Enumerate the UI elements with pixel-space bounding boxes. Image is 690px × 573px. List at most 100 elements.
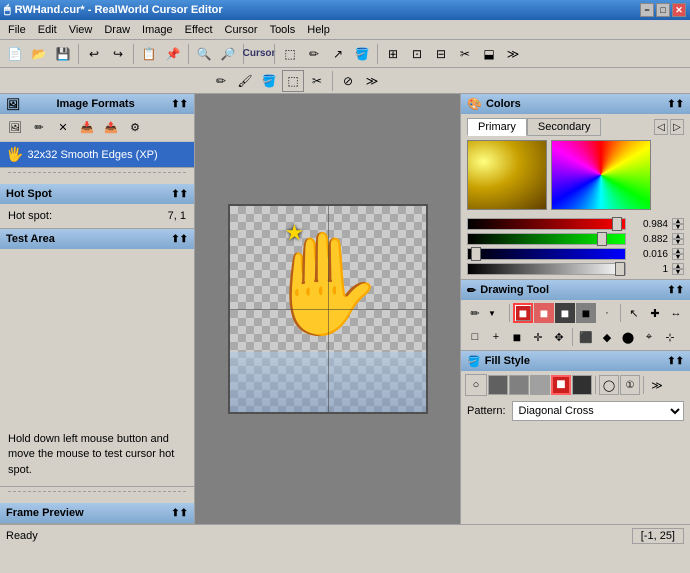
slider-b-down[interactable]: ▼ (672, 254, 684, 260)
menu-cursor[interactable]: Cursor (219, 22, 264, 38)
toolbar-extra5[interactable]: ⬓ (478, 43, 500, 65)
toolbar-undo[interactable]: ↩ (83, 43, 105, 65)
center-canvas[interactable]: ★ 🤚 (195, 94, 460, 524)
slider-r-down[interactable]: ▼ (672, 224, 684, 230)
tool-fill-medium[interactable]: ■ (576, 303, 596, 323)
minimize-button[interactable]: − (640, 3, 654, 17)
tool-square-outline[interactable]: □ (465, 327, 485, 347)
format-delete[interactable]: ✕ (52, 117, 74, 139)
menu-help[interactable]: Help (301, 22, 336, 38)
tool-arrows[interactable]: ↔ (666, 303, 686, 323)
menu-edit[interactable]: Edit (32, 22, 63, 38)
slider-g[interactable] (467, 233, 626, 245)
fill-circle[interactable]: ◯ (599, 375, 619, 395)
toolbar-extra1[interactable]: ⊞ (382, 43, 404, 65)
slider-g-down[interactable]: ▼ (672, 239, 684, 245)
canvas-tool-brush[interactable]: 🖌 (234, 70, 256, 92)
fill-collapse[interactable]: ⬆⬆ (667, 356, 684, 367)
toolbar-zoom-in[interactable]: 🔍 (193, 43, 215, 65)
tool-extra3[interactable]: ⬤ (618, 327, 638, 347)
toolbar-extra3[interactable]: ⊟ (430, 43, 452, 65)
toolbar-save[interactable]: 💾 (52, 43, 74, 65)
canvas-expand2[interactable]: ≫ (361, 70, 383, 92)
tool-pixel[interactable]: · (597, 303, 617, 323)
toolbar-open[interactable]: 📂 (28, 43, 50, 65)
toolbar-fill[interactable]: 🪣 (351, 43, 373, 65)
slider-b[interactable] (467, 248, 626, 260)
canvas-tool-crop[interactable]: ✂ (306, 70, 328, 92)
menu-view[interactable]: View (63, 22, 99, 38)
format-edit[interactable]: ✏ (28, 117, 50, 139)
toolbar-redo[interactable]: ↪ (107, 43, 129, 65)
menu-effect[interactable]: Effect (179, 22, 219, 38)
toolbar-expand[interactable]: ≫ (502, 43, 524, 65)
menu-file[interactable]: File (2, 22, 32, 38)
tool-dot[interactable]: + (486, 327, 506, 347)
slider-a-down[interactable]: ▼ (672, 269, 684, 275)
menu-tools[interactable]: Tools (264, 22, 302, 38)
toolbar-arrow[interactable]: ↗ (327, 43, 349, 65)
toolbar-copy[interactable]: 📋 (138, 43, 160, 65)
tool-solid-square[interactable]: ■ (507, 327, 527, 347)
tool-pencil[interactable]: ✏ (465, 303, 485, 323)
canvas-tool-select[interactable]: ⬚ (282, 70, 304, 92)
tool-fill-red[interactable]: ■ (513, 303, 533, 323)
canvas-tool-rubber[interactable]: ⊘ (337, 70, 359, 92)
toolbar-extra2[interactable]: ⊡ (406, 43, 428, 65)
color-nav-prev[interactable]: ◁ (654, 119, 668, 135)
tool-extra5[interactable]: ⊹ (660, 327, 680, 347)
fill-solid-dark[interactable]: ■ (488, 375, 508, 395)
fill-solid-med[interactable]: ■ (509, 375, 529, 395)
tool-extra2[interactable]: ◆ (597, 327, 617, 347)
fill-pattern-select[interactable]: Diagonal Cross None Solid Cross Horizont… (512, 401, 684, 421)
tool-arrow-up[interactable]: ↖ (624, 303, 644, 323)
drawing-collapse[interactable]: ⬆⬆ (667, 285, 684, 296)
toolbar-zoom-out[interactable]: 🔎 (217, 43, 239, 65)
toolbar-new[interactable]: 📄 (4, 43, 26, 65)
toolbar-draw[interactable]: ✏ (303, 43, 325, 65)
hotspot-content: Hot spot: 7, 1 (0, 204, 194, 228)
format-settings[interactable]: ⚙ (124, 117, 146, 139)
fill-none[interactable]: ○ (465, 374, 487, 396)
menu-draw[interactable]: Draw (98, 22, 136, 38)
hotspot-collapse[interactable]: ⬆⬆ (171, 189, 188, 200)
tool-extra1[interactable]: ⬛ (576, 327, 596, 347)
image-formats-collapse[interactable]: ⬆⬆ (171, 99, 188, 110)
tab-primary[interactable]: Primary (467, 118, 527, 136)
color-nav-next[interactable]: ▷ (670, 119, 684, 135)
slider-r[interactable] (467, 218, 626, 230)
menu-image[interactable]: Image (136, 22, 179, 38)
fill-dark2[interactable]: ■ (572, 375, 592, 395)
format-item[interactable]: 🖐 32x32 Smooth Edges (XP) (0, 142, 194, 167)
toolbar-paste[interactable]: 📌 (162, 43, 184, 65)
toolbar-select[interactable]: ⬚ (279, 43, 301, 65)
tab-secondary[interactable]: Secondary (527, 118, 602, 136)
tool-arrow-cross[interactable]: ✚ (645, 303, 665, 323)
format-export[interactable]: 📤 (100, 117, 122, 139)
testarea-content[interactable]: Hold down left mouse button and move the… (0, 249, 194, 486)
framepreview-collapse[interactable]: ⬆⬆ (171, 508, 188, 519)
close-button[interactable]: ✕ (672, 3, 686, 17)
tool-extra4[interactable]: ⌖ (639, 327, 659, 347)
fill-solid-light[interactable]: ■ (530, 375, 550, 395)
toolbar-extra4[interactable]: ✂ (454, 43, 476, 65)
maximize-button[interactable]: □ (656, 3, 670, 17)
secondary-swatch[interactable] (551, 140, 651, 210)
tool-dropdown[interactable]: ▼ (486, 303, 506, 323)
format-add[interactable]: 🖼 (4, 117, 26, 139)
canvas-tool-bucket[interactable]: 🪣 (258, 70, 280, 92)
tool-move[interactable]: ✥ (549, 327, 569, 347)
fill-num1[interactable]: ① (620, 375, 640, 395)
tool-fill-dark[interactable]: ■ (555, 303, 575, 323)
canvas-tool-pencil[interactable]: ✏ (210, 70, 232, 92)
colors-collapse[interactable]: ⬆⬆ (667, 99, 684, 110)
toolbar-cursor[interactable]: Cursor (248, 43, 270, 65)
tool-crosshair[interactable]: ✛ (528, 327, 548, 347)
primary-swatch[interactable] (467, 140, 547, 210)
slider-a[interactable] (467, 263, 626, 275)
testarea-collapse[interactable]: ⬆⬆ (171, 234, 188, 245)
fill-expand[interactable]: ≫ (647, 375, 667, 395)
tool-fill-pink[interactable]: ■ (534, 303, 554, 323)
fill-red-active[interactable]: ■ (551, 375, 571, 395)
format-import[interactable]: 📥 (76, 117, 98, 139)
